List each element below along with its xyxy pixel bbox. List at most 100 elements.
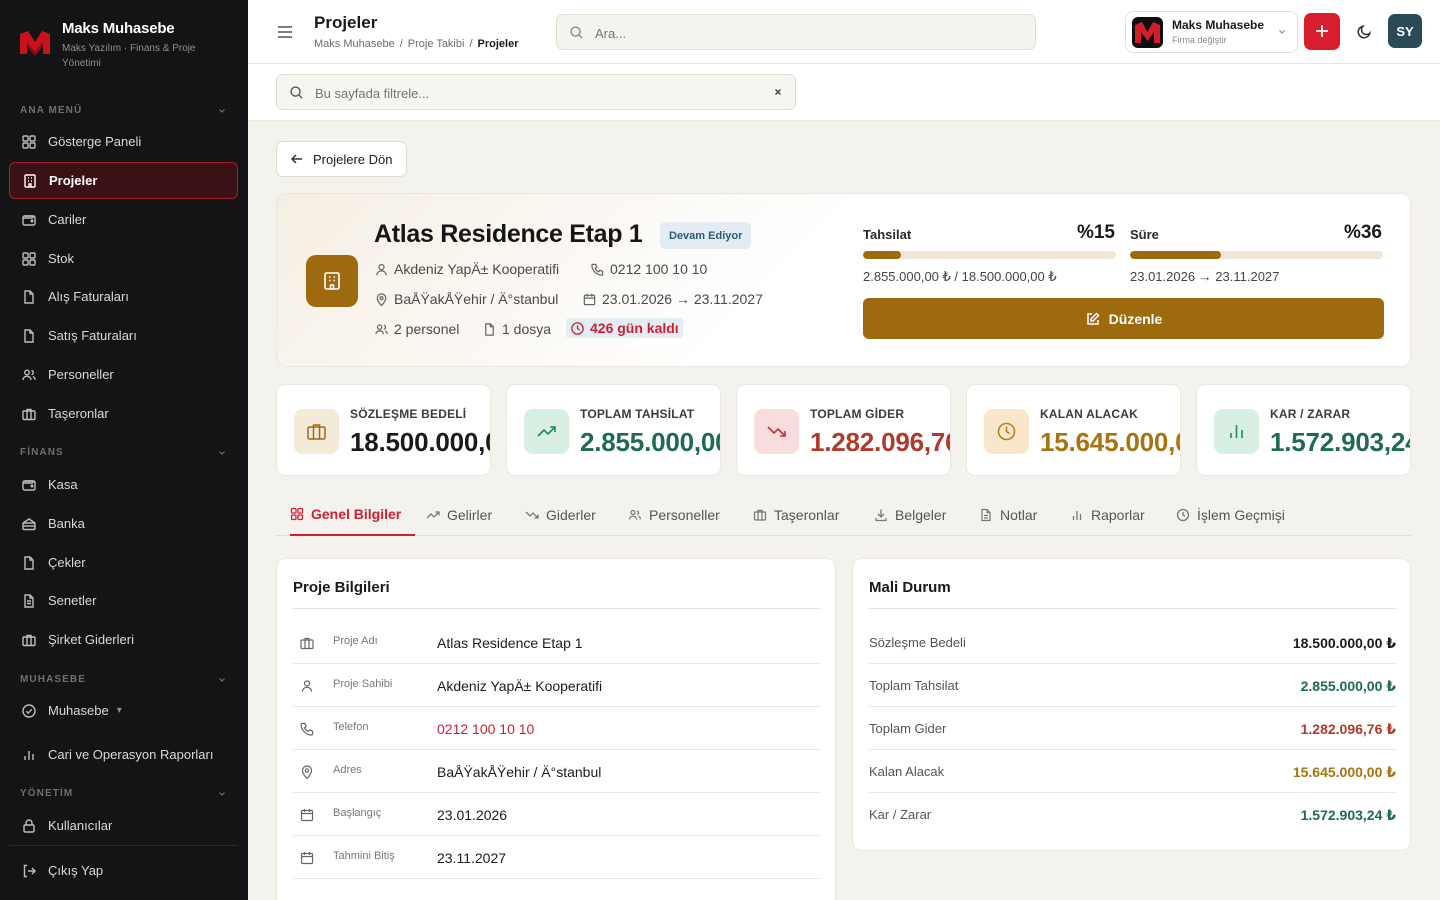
info-label: Proje Adı [333, 635, 378, 647]
sidebar: Maks Muhasebe Maks Yazılım · Finans & Pr… [0, 0, 248, 900]
phone-icon [300, 722, 314, 736]
breadcrumb: Maks Muhasebe / Proje Takibi / Projeler [314, 38, 518, 50]
status-badge: Devam Ediyor [660, 222, 752, 249]
remaining-days-text: 426 gün kaldı [590, 320, 679, 336]
tab-personeller[interactable]: Personeller [628, 494, 720, 536]
sidebar-item-kasa[interactable]: Kasa [9, 466, 238, 503]
add-button[interactable] [1304, 13, 1340, 50]
file-icon [24, 289, 34, 304]
sidebar-item-stok[interactable]: Stok [9, 240, 238, 277]
stat-icon-box [1214, 409, 1259, 454]
info-value: Akdeniz YapÄ± Kooperatifi [437, 678, 603, 694]
breadcrumb-item[interactable]: Proje Takibi [408, 38, 465, 50]
brand-name: Maks Muhasebe [62, 20, 175, 37]
info-row-end-date: Tahmini Bitiş 23.11.2027 [293, 836, 820, 879]
trending-up-icon [537, 426, 556, 437]
file-text-icon [24, 593, 34, 608]
sidebar-item-kullanicilar[interactable]: Kullanıcılar [9, 807, 238, 844]
project-phone: 0212 100 10 10 [590, 261, 707, 277]
sidebar-item-taseronlar[interactable]: Taşeronlar [9, 395, 238, 432]
info-value: 23.11.2027 [437, 850, 507, 866]
section-title-muhasebe[interactable]: MUHASEBE [20, 674, 86, 685]
clock-icon [1176, 508, 1190, 522]
user-avatar[interactable]: SY [1388, 14, 1422, 48]
tab-genel-bilgiler[interactable]: Genel Bilgiler [290, 494, 416, 536]
sidebar-item-cekler[interactable]: Çekler [9, 544, 238, 581]
section-title-finans[interactable]: FİNANS [20, 447, 64, 458]
menu-icon[interactable] [276, 23, 294, 41]
project-tabs: Genel Bilgiler Gelirler Giderler Persone… [276, 494, 1411, 536]
filter-input[interactable] [315, 83, 755, 103]
back-to-projects-button[interactable]: Projelere Dön [276, 141, 407, 177]
sidebar-item-label: Şirket Giderleri [48, 632, 134, 647]
chevron-down-icon[interactable] [218, 676, 226, 684]
company-switch-label: Firma değiştir [1172, 35, 1227, 45]
chevron-down-icon[interactable] [218, 107, 226, 115]
financial-status-panel: Mali Durum Sözleşme Bedeli 18.500.000,00… [852, 558, 1411, 851]
phone-link[interactable]: 0212 100 10 10 [437, 721, 534, 737]
file-icon [24, 555, 34, 570]
sidebar-item-label: Banka [48, 516, 85, 531]
sidebar-item-alis-faturalari[interactable]: Alış Faturaları [9, 278, 238, 315]
tab-gelirler[interactable]: Gelirler [426, 494, 492, 536]
chevron-down-icon[interactable]: ▾ [117, 705, 122, 716]
project-owner: Akdeniz YapÄ± Kooperatifi [374, 261, 559, 277]
sidebar-item-muhasebe[interactable]: Muhasebe ▾ [9, 692, 238, 729]
stat-card-contract-value: SÖZLEŞME BEDELİ 18.500.000,00 ₺ [276, 384, 491, 476]
project-dates: 23.01.2026 → 23.11.2027 [582, 291, 763, 307]
calendar-icon [300, 852, 314, 865]
stat-icon-box [294, 409, 339, 454]
tab-islem-gecmisi[interactable]: İşlem Geçmişi [1176, 494, 1285, 536]
info-label: Başlangıç [333, 807, 382, 819]
project-files-text: 1 dosya [502, 321, 552, 337]
project-file-count: 1 dosya [482, 321, 551, 337]
tab-belgeler[interactable]: Belgeler [874, 494, 946, 536]
tab-taseronlar[interactable]: Taşeronlar [753, 494, 839, 536]
sidebar-item-personeller[interactable]: Personeller [9, 356, 238, 393]
global-search[interactable] [556, 14, 1036, 50]
sidebar-item-projeler[interactable]: Projeler [9, 162, 238, 199]
remaining-days-badge: 426 gün kaldı [566, 318, 683, 338]
sidebar-item-label: Satış Faturaları [48, 328, 137, 343]
chevron-down-icon[interactable] [218, 790, 226, 798]
sidebar-item-satis-faturalari[interactable]: Satış Faturaları [9, 317, 238, 354]
chevron-down-icon [1279, 30, 1285, 34]
trending-down-icon [525, 511, 539, 519]
stat-cards: SÖZLEŞME BEDELİ 18.500.000,00 ₺ TOPLAM T… [276, 384, 1411, 477]
bar-chart-icon [24, 750, 34, 760]
duration-progress-fill [1130, 251, 1222, 259]
sidebar-item-gosterge-paneli[interactable]: Gösterge Paneli [9, 123, 238, 160]
tab-giderler[interactable]: Giderler [525, 494, 596, 536]
sidebar-item-sirket-giderleri[interactable]: Şirket Giderleri [9, 621, 238, 658]
info-row-project-owner: Proje Sahibi Akdeniz YapÄ± Kooperatifi [293, 664, 820, 707]
section-title-yonetim[interactable]: YÖNETİM [20, 788, 73, 799]
page-filter[interactable] [276, 74, 796, 110]
sidebar-item-cari-operasyon-raporlari[interactable]: Cari ve Operasyon Raporları [9, 736, 238, 773]
panel-divider [869, 608, 1396, 609]
sidebar-item-senetler[interactable]: Senetler [9, 582, 238, 619]
logout-button[interactable]: Çıkış Yap [9, 852, 238, 889]
project-staff-text: 2 personel [394, 321, 460, 337]
collection-progress-label: Tahsilat [863, 227, 912, 242]
brand[interactable]: Maks Muhasebe Maks Yazılım · Finans & Pr… [18, 18, 238, 74]
section-title-ana-menu[interactable]: ANA MENÜ [20, 105, 82, 116]
edit-button[interactable]: Düzenle [863, 298, 1384, 339]
search-input[interactable] [595, 23, 1015, 43]
brand-subtitle: Maks Yazılım · Finans & Proje Yönetimi [62, 43, 196, 69]
collection-progress-amounts: 2.855.000,00 ₺ / 18.500.000,00 ₺ [863, 269, 1057, 284]
sidebar-item-banka[interactable]: Banka [9, 505, 238, 542]
finance-row-profit-loss: Kar / Zarar 1.572.903,24 ₺ [869, 793, 1396, 836]
tab-label: Genel Bilgiler [311, 506, 402, 522]
info-value: BaÅŸakÅŸehir / Ä°stanbul [437, 764, 602, 780]
sidebar-item-cariler[interactable]: Cariler [9, 201, 238, 238]
moon-icon[interactable] [1356, 23, 1373, 40]
breadcrumb-item[interactable]: Maks Muhasebe [314, 38, 395, 50]
company-switcher[interactable]: Maks Muhasebe Firma değiştir [1125, 11, 1298, 53]
project-icon [306, 255, 358, 307]
close-icon[interactable] [772, 86, 784, 98]
chevron-down-icon[interactable] [218, 449, 226, 457]
tab-notlar[interactable]: Notlar [979, 494, 1037, 536]
finance-value: 1.572.903,24 ₺ [1300, 807, 1396, 823]
tab-raporlar[interactable]: Raporlar [1070, 494, 1145, 536]
finance-label: Kalan Alacak [869, 764, 945, 779]
